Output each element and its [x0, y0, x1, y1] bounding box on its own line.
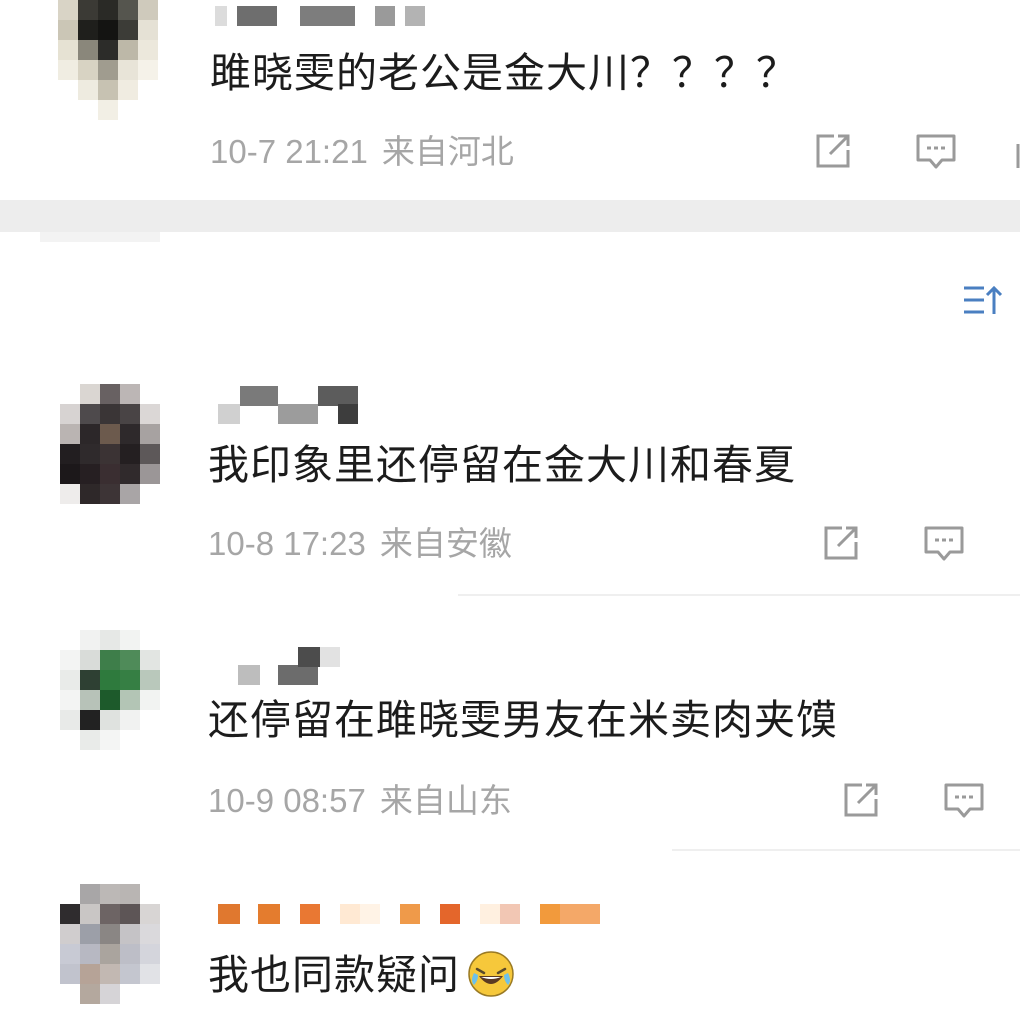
comment-icon[interactable] — [912, 128, 960, 176]
username[interactable] — [218, 904, 600, 934]
comment-item: 我也同款疑问 — [0, 880, 1020, 1029]
username[interactable] — [238, 647, 348, 687]
comment-icon[interactable] — [920, 520, 968, 568]
share-icon[interactable] — [816, 520, 864, 568]
share-icon[interactable] — [808, 128, 856, 176]
share-icon[interactable] — [836, 777, 884, 825]
comment-text: 我也同款疑问 — [208, 950, 516, 1003]
laughing-crying-emoji-icon — [466, 949, 516, 999]
comment-text: 还停留在雎晓雯男友在米卖肉夹馍 — [208, 696, 838, 744]
comment-meta: 10-8 17:23 来自安徽 — [208, 524, 512, 564]
comment-date: 10-8 17:23 — [208, 525, 366, 562]
comment-meta: 10-7 21:21 来自河北 — [210, 132, 514, 172]
comment-item: 雎晓雯的老公是金大川？？？？ 10-7 21:21 来自河北 — [0, 0, 1020, 200]
comment-item: 还停留在雎晓雯男友在米卖肉夹馍 10-9 08:57 来自山东 — [0, 625, 1020, 851]
avatar[interactable] — [58, 0, 178, 120]
comment-text-content: 我也同款疑问 — [208, 951, 460, 999]
comment-date: 10-9 08:57 — [208, 782, 366, 819]
comment-divider — [672, 849, 1020, 851]
comment-meta: 10-9 08:57 来自山东 — [208, 781, 512, 821]
comment-location: 来自山东 — [379, 781, 512, 820]
avatar[interactable] — [60, 630, 180, 750]
like-icon[interactable] — [1010, 128, 1020, 176]
username[interactable] — [215, 6, 425, 30]
comment-icon[interactable] — [940, 777, 988, 825]
comment-item: 我印象里还停留在金大川和春夏 10-8 17:23 来自安徽 — [0, 380, 1020, 596]
comment-text: 我印象里还停留在金大川和春夏 — [208, 441, 796, 489]
avatar[interactable] — [60, 384, 180, 504]
comment-location: 来自安徽 — [379, 524, 512, 563]
sort-icon[interactable] — [960, 280, 1004, 320]
comment-location: 来自河北 — [381, 132, 514, 171]
section-divider — [0, 200, 1020, 232]
comment-divider — [458, 594, 1020, 596]
avatar[interactable] — [60, 884, 180, 1004]
comment-text: 雎晓雯的老公是金大川？？？？ — [210, 49, 798, 97]
username[interactable] — [218, 386, 368, 426]
comment-date: 10-7 21:21 — [210, 133, 368, 170]
section-divider-shadow — [40, 232, 160, 242]
